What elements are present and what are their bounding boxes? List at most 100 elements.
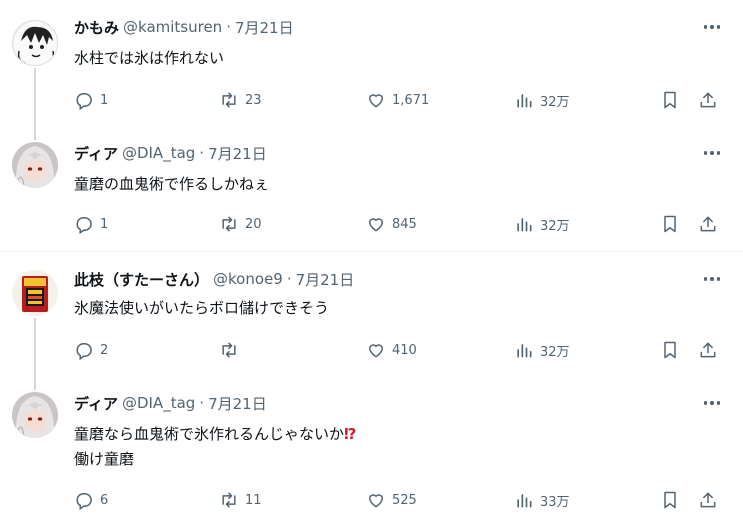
views-button[interactable]: 32万 (514, 88, 570, 112)
like-button[interactable]: 1,671 (366, 88, 429, 112)
retweet-count: 20 (245, 216, 262, 232)
tweet[interactable]: かもみ @kamitsuren · 7月21日 水柱では氷は作れない 1 23 … (0, 16, 743, 120)
bookmark-button[interactable] (658, 338, 682, 362)
divider (0, 251, 743, 252)
tweet-header: ディア @DIA_tag · 7月21日 (74, 142, 267, 164)
tweet-date[interactable]: 7月21日 (296, 269, 355, 290)
tweet-text-line: 童磨の血鬼術で作るしかねぇ (74, 175, 270, 193)
user-handle[interactable]: @DIA_tag (122, 394, 195, 412)
user-handle[interactable]: @konoe9 (213, 270, 283, 288)
tweet-header: かもみ @kamitsuren · 7月21日 (74, 16, 294, 38)
avatar[interactable] (12, 392, 58, 438)
like-count: 845 (392, 216, 417, 232)
retweet-icon (222, 92, 236, 108)
retweet-button[interactable]: 20 (219, 212, 262, 236)
reply-count: 2 (100, 342, 109, 358)
bookmark-button[interactable] (658, 212, 682, 236)
more-icon[interactable] (701, 272, 723, 286)
user-handle[interactable]: @DIA_tag (122, 144, 195, 162)
share-icon (700, 492, 716, 508)
bookmark-icon (664, 341, 676, 359)
tweet-text-line: 童磨なら血鬼術で氷作れるんじゃないか⁉ (74, 422, 356, 447)
display-name[interactable]: ディア (74, 393, 118, 414)
more-icon[interactable] (701, 20, 723, 34)
share-button[interactable] (696, 338, 720, 362)
like-button[interactable]: 845 (366, 212, 417, 236)
reply-button[interactable]: 1 (74, 88, 108, 112)
more-icon[interactable] (701, 146, 723, 160)
action-bar: 6 11 525 33万 (74, 488, 724, 512)
views-count: 33万 (540, 494, 570, 510)
retweet-button[interactable]: 23 (219, 88, 262, 112)
tweet[interactable]: ディア @DIA_tag · 7月21日 童磨の血鬼術で作るしかねぇ 1 20 … (0, 142, 743, 246)
bookmark-button[interactable] (658, 488, 682, 512)
reply-button[interactable]: 2 (74, 338, 108, 362)
avatar[interactable] (12, 20, 58, 66)
reply-count: 6 (100, 492, 109, 508)
reply-button[interactable]: 1 (74, 212, 108, 236)
user-handle[interactable]: @kamitsuren (123, 18, 222, 36)
share-button[interactable] (696, 88, 720, 112)
tweet-date[interactable]: 7月21日 (208, 393, 267, 414)
tweet-text-line: 水柱では氷は作れない (74, 49, 225, 67)
tweet-header: 此枝（すたーさん） @konoe9 · 7月21日 (74, 268, 354, 290)
like-button[interactable]: 525 (366, 488, 417, 512)
views-button[interactable]: 33万 (514, 488, 570, 512)
avatar[interactable] (12, 270, 58, 316)
tweet-date[interactable]: 7月21日 (208, 143, 267, 164)
tweet-text: 童磨の血鬼術で作るしかねぇ (74, 172, 269, 197)
display-name[interactable]: かもみ (74, 17, 119, 38)
share-icon (700, 92, 716, 108)
reply-count: 1 (100, 92, 109, 108)
tweet-text: 水柱では氷は作れない (74, 46, 224, 71)
views-button[interactable]: 32万 (514, 338, 570, 362)
display-name[interactable]: ディア (74, 143, 118, 164)
like-count: 525 (392, 492, 417, 508)
heart-icon (368, 344, 384, 358)
heart-icon (368, 218, 384, 232)
retweet-button[interactable]: 11 (219, 488, 262, 512)
share-button[interactable] (696, 488, 720, 512)
views-count: 32万 (540, 218, 570, 234)
avatar[interactable] (12, 142, 58, 188)
tweet-text: 氷魔法使いがいたらボロ儲けできそう (74, 296, 329, 321)
reply-feed: かもみ @kamitsuren · 7月21日 水柱では氷は作れない 1 23 … (0, 0, 743, 525)
separator-dot: · (199, 394, 205, 412)
more-icon[interactable] (701, 396, 723, 410)
bookmark-button[interactable] (658, 88, 682, 112)
tweet[interactable]: 此枝（すたーさん） @konoe9 · 7月21日 氷魔法使いがいたらボロ儲けで… (0, 268, 743, 372)
like-button[interactable]: 410 (366, 338, 417, 362)
views-count: 32万 (540, 94, 570, 110)
views-icon (517, 218, 532, 232)
tweet-date[interactable]: 7月21日 (235, 17, 294, 38)
views-icon (517, 344, 532, 358)
tweet-text-line: 氷魔法使いがいたらボロ儲けできそう (74, 299, 330, 317)
share-icon (700, 342, 716, 358)
views-count: 32万 (540, 344, 570, 360)
retweet-icon (222, 216, 236, 232)
reply-icon (76, 343, 92, 360)
share-button[interactable] (696, 212, 720, 236)
tweet[interactable]: ディア @DIA_tag · 7月21日 童磨なら血鬼術で氷作れるんじゃないか⁉… (0, 392, 743, 517)
reply-button[interactable]: 6 (74, 488, 108, 512)
separator-dot: · (199, 144, 205, 162)
reply-icon (76, 217, 92, 234)
reply-icon (76, 93, 92, 110)
views-button[interactable]: 32万 (514, 212, 570, 236)
action-bar: 2 410 32万 (74, 338, 724, 362)
retweet-icon (222, 342, 236, 358)
display-name[interactable]: 此枝（すたーさん） (74, 269, 209, 290)
action-bar: 1 20 845 32万 (74, 212, 724, 236)
tweet-text-segment: 童磨なら血鬼術で氷作れるんじゃないか (74, 425, 345, 443)
separator-dot: · (286, 270, 292, 288)
reply-count: 1 (100, 216, 109, 232)
retweet-button[interactable] (219, 338, 245, 362)
reply-icon (76, 493, 92, 510)
action-bar: 1 23 1,671 32万 (74, 88, 724, 112)
like-count: 1,671 (392, 92, 430, 108)
retweet-icon (222, 492, 236, 508)
retweet-count: 23 (245, 92, 262, 108)
bookmark-icon (664, 215, 676, 233)
interrobang-emoji: ⁉ (344, 425, 357, 443)
tweet-header: ディア @DIA_tag · 7月21日 (74, 392, 267, 414)
